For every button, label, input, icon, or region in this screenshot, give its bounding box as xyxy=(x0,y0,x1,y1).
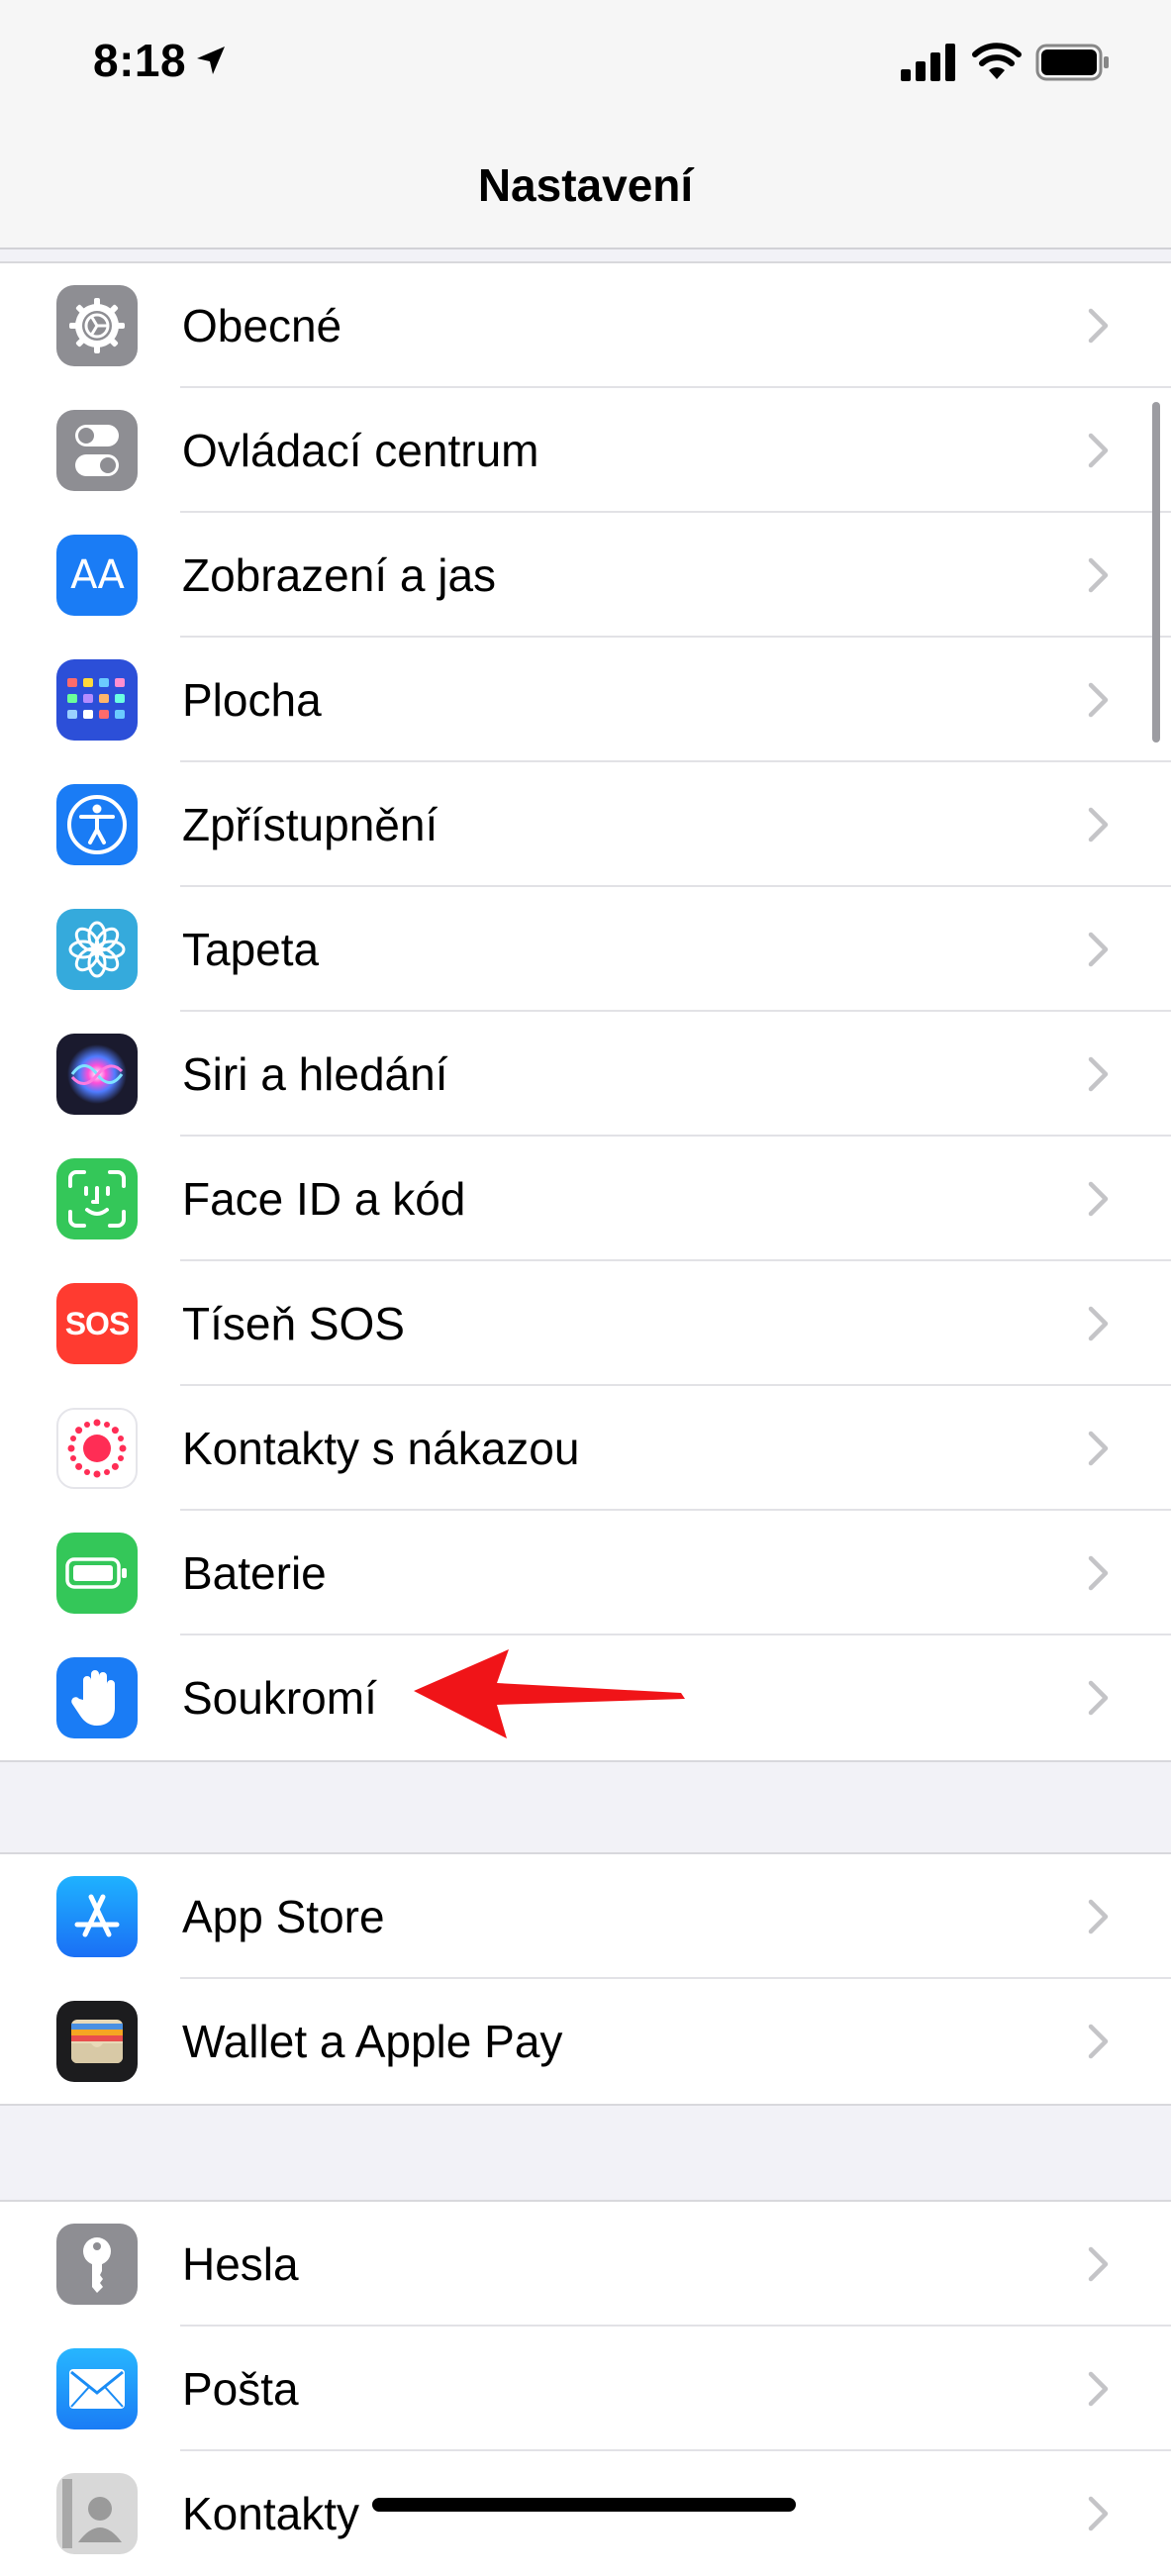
settings-row-face-id[interactable]: Face ID a kód xyxy=(0,1137,1171,1261)
chevron-right-icon xyxy=(1088,557,1109,593)
settings-row-exposure-notifications[interactable]: Kontakty s nákazou xyxy=(0,1386,1171,1511)
chevron-right-icon xyxy=(1088,1431,1109,1466)
settings-row-accessibility[interactable]: Zpřístupnění xyxy=(0,762,1171,887)
settings-row-label: Kontakty xyxy=(182,2488,359,2539)
wallet-icon xyxy=(56,2001,138,2082)
chevron-right-icon xyxy=(1088,1680,1109,1716)
battery-status-icon xyxy=(1035,44,1109,81)
key-icon xyxy=(56,2224,138,2305)
chevron-right-icon xyxy=(1088,2024,1109,2059)
chevron-right-icon xyxy=(1088,2496,1109,2531)
contacts-icon xyxy=(56,2473,138,2554)
settings-row-label: Tíseň SOS xyxy=(182,1298,405,1349)
chevron-right-icon xyxy=(1088,308,1109,344)
chevron-right-icon xyxy=(1088,1056,1109,1092)
toggles-icon xyxy=(56,410,138,491)
accessibility-icon xyxy=(56,784,138,865)
settings-row-emergency-sos[interactable]: SOS Tíseň SOS xyxy=(0,1261,1171,1386)
settings-row-home-screen[interactable]: Plocha xyxy=(0,638,1171,762)
settings-row-label: Soukromí xyxy=(182,1672,377,1724)
settings-row-label: Face ID a kód xyxy=(182,1173,466,1225)
navigation-bar: 8:18 Nastavení xyxy=(0,0,1171,249)
settings-row-label: Obecné xyxy=(182,300,342,351)
settings-row-label: Hesla xyxy=(182,2238,299,2290)
settings-row-label: Plocha xyxy=(182,674,322,726)
battery-icon xyxy=(56,1533,138,1614)
settings-row-battery[interactable]: Baterie xyxy=(0,1511,1171,1635)
text-size-icon: AA xyxy=(56,535,138,616)
settings-group-general: Obecné Ovládací centrum AA Zobrazení a j… xyxy=(0,261,1171,1762)
exposure-icon xyxy=(56,1408,138,1489)
scroll-indicator[interactable] xyxy=(1152,402,1160,743)
siri-icon xyxy=(56,1034,138,1115)
page-title: Nastavení xyxy=(477,159,694,211)
chevron-right-icon xyxy=(1088,807,1109,842)
sos-glyph: SOS xyxy=(64,1305,131,1341)
cellular-signal-icon xyxy=(901,44,955,81)
home-indicator[interactable] xyxy=(372,2498,796,2512)
settings-row-passwords[interactable]: Hesla xyxy=(0,2202,1171,2327)
settings-group-store: App Store Wallet a Apple Pay xyxy=(0,1852,1171,2106)
settings-group-accounts: Hesla Pošta Kontakty xyxy=(0,2200,1171,2576)
hand-icon xyxy=(56,1657,138,1738)
settings-row-label: Ovládací centrum xyxy=(182,425,539,476)
settings-row-display[interactable]: AA Zobrazení a jas xyxy=(0,513,1171,638)
settings-row-contacts[interactable]: Kontakty xyxy=(0,2451,1171,2576)
gear-icon xyxy=(56,285,138,366)
mail-icon xyxy=(56,2348,138,2429)
flower-icon xyxy=(56,909,138,990)
chevron-right-icon xyxy=(1088,1181,1109,1217)
settings-row-label: Wallet a Apple Pay xyxy=(182,2016,563,2067)
settings-row-label: Zpřístupnění xyxy=(182,799,439,850)
chevron-right-icon xyxy=(1088,433,1109,468)
chevron-right-icon xyxy=(1088,1555,1109,1591)
settings-row-label: Tapeta xyxy=(182,924,320,975)
chevron-right-icon xyxy=(1088,2246,1109,2282)
chevron-right-icon xyxy=(1088,932,1109,967)
settings-row-label: Baterie xyxy=(182,1547,327,1599)
settings-row-label: Kontakty s nákazou xyxy=(182,1423,580,1474)
settings-row-control-center[interactable]: Ovládací centrum xyxy=(0,388,1171,513)
settings-row-wallet[interactable]: Wallet a Apple Pay xyxy=(0,1979,1171,2104)
settings-row-label: Siri a hledání xyxy=(182,1048,448,1100)
app-store-icon xyxy=(56,1876,138,1957)
sos-icon: SOS xyxy=(56,1283,138,1364)
chevron-right-icon xyxy=(1088,682,1109,718)
chevron-right-icon xyxy=(1088,2371,1109,2407)
settings-row-wallpaper[interactable]: Tapeta xyxy=(0,887,1171,1012)
settings-row-label: Zobrazení a jas xyxy=(182,549,497,601)
settings-row-app-store[interactable]: App Store xyxy=(0,1854,1171,1979)
wifi-icon xyxy=(972,43,1022,79)
face-id-icon xyxy=(56,1158,138,1239)
text-size-glyph: AA xyxy=(70,552,125,598)
annotation-arrow-icon xyxy=(414,1649,685,1738)
home-grid-icon xyxy=(56,659,138,741)
settings-row-mail[interactable]: Pošta xyxy=(0,2327,1171,2451)
settings-row-label: App Store xyxy=(182,1891,385,1942)
chevron-right-icon xyxy=(1088,1306,1109,1341)
settings-row-label: Pošta xyxy=(182,2363,299,2415)
status-bar-indicators xyxy=(0,42,1171,89)
settings-row-general[interactable]: Obecné xyxy=(0,263,1171,388)
settings-row-siri[interactable]: Siri a hledání xyxy=(0,1012,1171,1137)
chevron-right-icon xyxy=(1088,1899,1109,1934)
